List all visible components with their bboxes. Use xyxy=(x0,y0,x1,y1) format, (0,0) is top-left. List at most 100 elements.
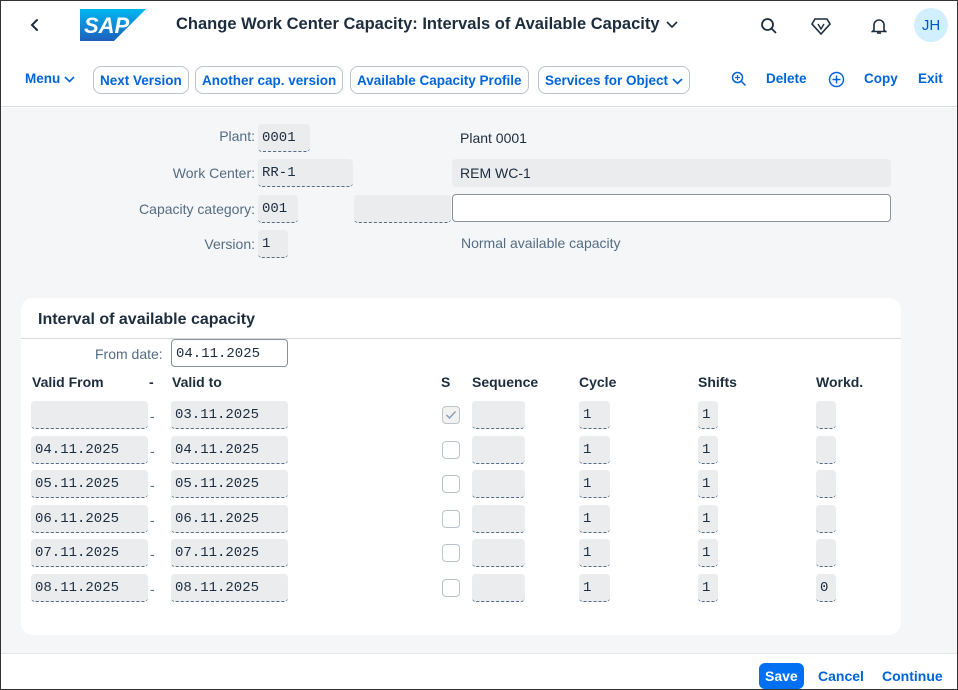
version-field[interactable]: 1 xyxy=(258,230,288,258)
from-date-label: From date: xyxy=(95,346,163,362)
sequence-field[interactable] xyxy=(472,436,525,464)
zoom-icon[interactable] xyxy=(730,70,748,88)
sap-logo[interactable]: SAP xyxy=(80,9,146,41)
capacity-category-label: Capacity category: xyxy=(139,201,255,217)
checkbox[interactable] xyxy=(442,441,460,459)
capacity-category-extra-field[interactable] xyxy=(354,195,451,223)
valid-from-field[interactable]: 06.11.2025 xyxy=(31,505,148,533)
col-cycle: Cycle xyxy=(579,374,617,390)
another-cap-version-label: Another cap. version xyxy=(202,72,337,88)
checkbox[interactable] xyxy=(442,544,460,562)
exit-label: Exit xyxy=(918,71,943,86)
shifts-field[interactable]: 1 xyxy=(698,401,718,429)
services-for-object-label: Services for Object xyxy=(545,72,669,88)
divider xyxy=(21,338,901,339)
from-date-input[interactable]: 04.11.2025 xyxy=(171,339,288,367)
shifts-field[interactable]: 1 xyxy=(698,539,718,567)
range-dash: - xyxy=(150,443,155,459)
available-capacity-profile-label: Available Capacity Profile xyxy=(357,72,522,88)
work-center-field[interactable]: RR-1 xyxy=(258,159,353,187)
continue-button[interactable]: Continue xyxy=(882,668,943,684)
search-icon[interactable] xyxy=(757,14,781,38)
cycle-field[interactable]: 1 xyxy=(579,539,610,567)
shifts-field[interactable]: 1 xyxy=(698,574,718,602)
notification-bell-icon[interactable] xyxy=(867,14,891,38)
main-content: Plant: 0001 Plant 0001 Work Center: RR-1… xyxy=(1,108,957,653)
checkbox-checked[interactable] xyxy=(442,406,460,424)
footer-bar: Save Cancel Continue xyxy=(1,653,957,689)
menu-label: Menu xyxy=(25,71,61,86)
col-sequence: Sequence xyxy=(472,374,539,390)
cycle-field[interactable]: 1 xyxy=(579,401,610,429)
workdays-field[interactable] xyxy=(816,401,836,429)
range-dash: - xyxy=(150,546,155,562)
workdays-field[interactable] xyxy=(816,505,836,533)
valid-from-field[interactable] xyxy=(31,401,148,429)
checkbox[interactable] xyxy=(442,475,460,493)
work-center-label: Work Center: xyxy=(172,165,255,181)
valid-from-field[interactable]: 08.11.2025 xyxy=(31,574,148,602)
copy-label: Copy xyxy=(864,71,898,86)
valid-from-field[interactable]: 07.11.2025 xyxy=(31,539,148,567)
next-version-button[interactable]: Next Version xyxy=(93,66,189,94)
cycle-field[interactable]: 1 xyxy=(579,470,610,498)
copy-button[interactable]: Copy xyxy=(864,71,898,86)
sap-logo-text: SAP xyxy=(84,13,130,38)
valid-to-field[interactable]: 04.11.2025 xyxy=(171,436,288,464)
cycle-field[interactable]: 1 xyxy=(579,436,610,464)
workdays-field[interactable] xyxy=(816,470,836,498)
cycle-field[interactable]: 1 xyxy=(579,574,610,602)
capacity-category-field[interactable]: 001 xyxy=(258,195,298,223)
valid-from-field[interactable]: 05.11.2025 xyxy=(31,470,148,498)
range-dash: - xyxy=(150,512,155,528)
range-dash: - xyxy=(150,581,155,597)
plant-field[interactable]: 0001 xyxy=(258,124,310,152)
valid-to-field[interactable]: 07.11.2025 xyxy=(171,539,288,567)
version-label: Version: xyxy=(204,236,255,252)
workdays-field[interactable] xyxy=(816,436,836,464)
col-valid-from: Valid From xyxy=(32,374,104,390)
delete-button[interactable]: Delete xyxy=(766,71,807,86)
capacity-category-description-field[interactable] xyxy=(452,194,891,222)
cancel-button[interactable]: Cancel xyxy=(818,668,864,684)
valid-to-field[interactable]: 08.11.2025 xyxy=(171,574,288,602)
plant-label: Plant: xyxy=(219,128,255,144)
shell-bar: SAP Change Work Center Capacity: Interva… xyxy=(1,1,957,51)
save-button[interactable]: Save xyxy=(759,663,804,689)
sequence-field[interactable] xyxy=(472,539,525,567)
col-workd: Workd. xyxy=(816,374,864,390)
valid-to-field[interactable]: 06.11.2025 xyxy=(171,505,288,533)
workdays-field[interactable]: 0 xyxy=(816,574,836,602)
available-capacity-profile-button[interactable]: Available Capacity Profile xyxy=(350,66,529,94)
joule-diamond-icon[interactable] xyxy=(809,14,833,38)
back-icon[interactable] xyxy=(23,13,47,37)
add-icon[interactable] xyxy=(827,70,845,88)
services-for-object-button[interactable]: Services for Object xyxy=(538,66,691,94)
checkmark-icon xyxy=(445,410,457,420)
sequence-field[interactable] xyxy=(472,574,525,602)
chevron-down-icon xyxy=(64,71,75,86)
col-valid-to: Valid to xyxy=(172,374,222,390)
range-dash: - xyxy=(150,408,155,424)
valid-from-field[interactable]: 04.11.2025 xyxy=(31,436,148,464)
valid-to-field[interactable]: 03.11.2025 xyxy=(171,401,288,429)
shifts-field[interactable]: 1 xyxy=(698,436,718,464)
checkbox[interactable] xyxy=(442,510,460,528)
col-s: S xyxy=(441,374,451,390)
shifts-field[interactable]: 1 xyxy=(698,505,718,533)
another-cap-version-button[interactable]: Another cap. version xyxy=(195,66,344,94)
checkbox[interactable] xyxy=(442,579,460,597)
valid-to-field[interactable]: 05.11.2025 xyxy=(171,470,288,498)
app-title-dropdown[interactable]: Change Work Center Capacity: Intervals o… xyxy=(176,15,678,34)
shifts-field[interactable]: 1 xyxy=(698,470,718,498)
menu-button[interactable]: Menu xyxy=(25,71,75,86)
cycle-field[interactable]: 1 xyxy=(579,505,610,533)
workdays-field[interactable] xyxy=(816,539,836,567)
exit-button[interactable]: Exit xyxy=(918,71,943,86)
page-title: Change Work Center Capacity: Intervals o… xyxy=(176,15,660,33)
sequence-field[interactable] xyxy=(472,470,525,498)
sequence-field[interactable] xyxy=(472,505,525,533)
user-avatar[interactable]: JH xyxy=(914,8,948,42)
sequence-field[interactable] xyxy=(472,401,525,429)
plant-description: Plant 0001 xyxy=(460,130,527,146)
